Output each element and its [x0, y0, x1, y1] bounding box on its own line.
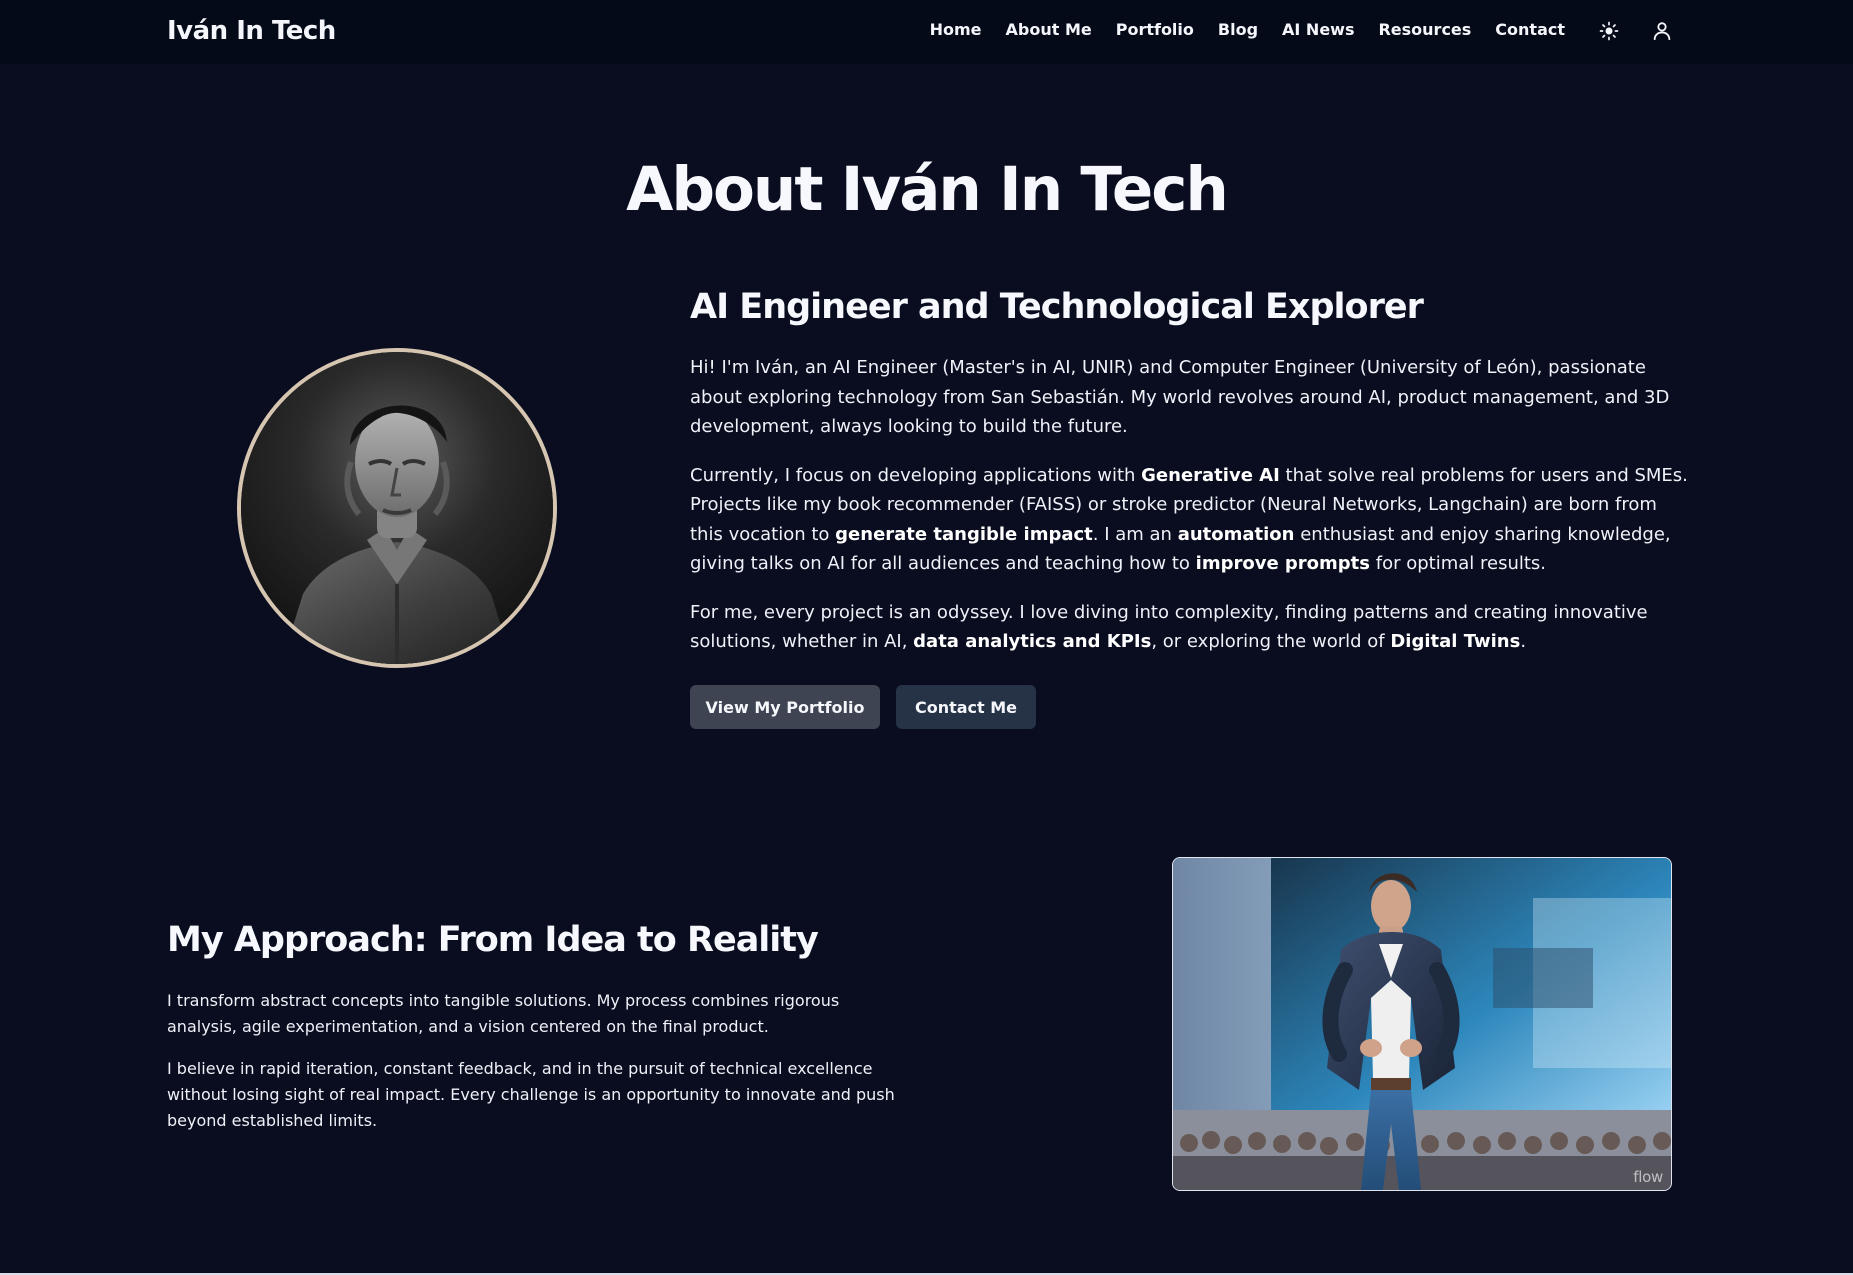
about-paragraph-2-text-3: . I am an	[1092, 523, 1178, 545]
profile-portrait	[237, 348, 557, 668]
contact-me-button[interactable]: Contact Me	[896, 685, 1036, 729]
approach-heading: My Approach: From Idea to Reality	[167, 920, 819, 960]
nav-portfolio[interactable]: Portfolio	[1116, 20, 1194, 39]
about-paragraph-3-text-3: .	[1520, 631, 1527, 652]
user-icon	[1651, 20, 1673, 45]
view-portfolio-button[interactable]: View My Portfolio	[690, 685, 880, 729]
approach-section: My Approach: From Idea to Reality I tran…	[167, 914, 897, 1150]
portrait-image	[241, 352, 553, 664]
about-heading: AI Engineer and Technological Explorer	[690, 287, 1424, 327]
tangible-impact-emphasis: generate tangible impact	[835, 523, 1093, 545]
approach-paragraph-1: I transform abstract concepts into tangi…	[167, 991, 840, 1036]
theme-toggle-button[interactable]	[1596, 19, 1622, 45]
about-paragraph-3: For me, every project is an odyssey. I l…	[690, 598, 1690, 657]
about-paragraph-1: Hi! I'm Iván, an AI Engineer (Master's i…	[690, 357, 1670, 437]
top-navigation: Iván In Tech Home About Me Portfolio Blo…	[0, 0, 1853, 64]
about-paragraph-2-text-1: Currently, I focus on developing applica…	[690, 464, 1142, 486]
about-section: AI Engineer and Technological Explorer H…	[690, 281, 1690, 676]
nav-ai-news[interactable]: AI News	[1282, 20, 1354, 39]
image-watermark: flow	[1633, 1168, 1663, 1186]
nav-contact[interactable]: Contact	[1495, 20, 1565, 39]
nav-about-me[interactable]: About Me	[1006, 20, 1092, 39]
about-paragraph-2-text-5: for optimal results.	[1370, 553, 1547, 574]
stage-talk-image: flow	[1172, 857, 1672, 1191]
generative-ai-emphasis: Generative AI	[1141, 464, 1280, 486]
digital-twins-emphasis: Digital Twins	[1390, 631, 1521, 652]
brand-logo[interactable]: Iván In Tech	[167, 16, 336, 46]
user-account-button[interactable]	[1649, 19, 1675, 45]
improve-prompts-emphasis: improve prompts	[1195, 553, 1371, 574]
main-menu: Home About Me Portfolio Blog AI News Res…	[930, 20, 1565, 39]
sun-icon	[1599, 21, 1619, 44]
stage-photo-illustration	[1173, 858, 1671, 1190]
nav-blog[interactable]: Blog	[1218, 20, 1258, 39]
about-paragraph-3-text-2: , or exploring the world of	[1151, 631, 1391, 652]
about-paragraph-2: Currently, I focus on developing applica…	[690, 461, 1690, 579]
page-title: About Iván In Tech	[626, 154, 1229, 225]
automation-emphasis: automation	[1177, 523, 1295, 545]
nav-resources[interactable]: Resources	[1378, 20, 1471, 39]
data-analytics-emphasis: data analytics and KPIs	[913, 631, 1152, 652]
approach-paragraph-2: I believe in rapid iteration, constant f…	[167, 1059, 895, 1130]
nav-home[interactable]: Home	[930, 20, 982, 39]
